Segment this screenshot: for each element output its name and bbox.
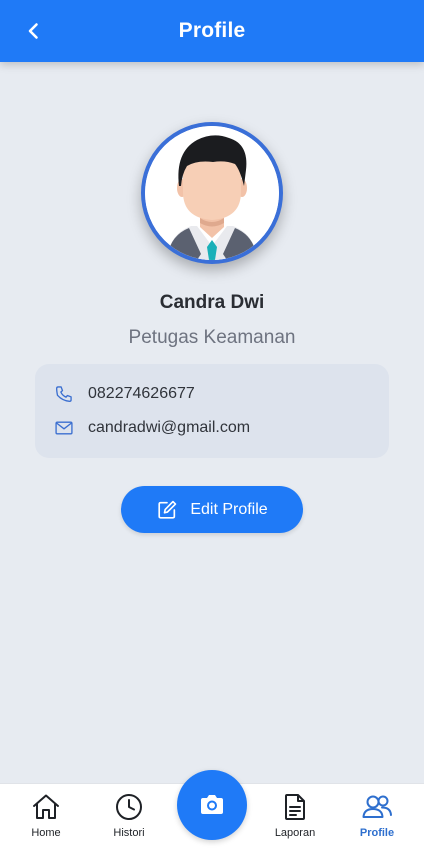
- back-button[interactable]: [18, 15, 50, 47]
- phone-number: 082274626677: [88, 385, 195, 402]
- home-icon: [33, 794, 59, 819]
- avatar: [141, 122, 283, 264]
- nav-histori-label: Histori: [113, 827, 145, 839]
- nav-home-label: Home: [31, 827, 61, 839]
- email-row: candradwi@gmail.com: [53, 417, 250, 439]
- page-title: Profile: [178, 19, 246, 42]
- email-address: candradwi@gmail.com: [88, 419, 251, 436]
- nav-laporan-label: Laporan: [274, 827, 316, 839]
- app-bar: Profile: [0, 0, 424, 62]
- phone-icon: [53, 383, 75, 405]
- phone-row: 082274626677: [53, 383, 195, 405]
- edit-profile-label: Edit Profile: [190, 500, 268, 518]
- nav-profile-label: Profile: [359, 827, 395, 839]
- chevron-left-icon: [28, 23, 38, 39]
- document-icon: [285, 794, 305, 820]
- camera-icon: [201, 795, 223, 814]
- contact-card: 082274626677 candradwi@gmail.com: [35, 364, 389, 458]
- avatar-illustration: [145, 126, 279, 260]
- users-icon: [362, 795, 392, 818]
- profile-screen: Profile Candra Dwi Petugas Keamanan 0822…: [0, 0, 424, 850]
- profile-role: Petugas Keamanan: [128, 327, 296, 348]
- edit-icon: [158, 500, 177, 519]
- nav-profile[interactable]: Profile: [342, 792, 412, 839]
- edit-profile-button[interactable]: Edit Profile: [121, 486, 303, 533]
- mail-icon: [53, 417, 75, 439]
- camera-button[interactable]: [177, 770, 247, 840]
- nav-home[interactable]: Home: [11, 792, 81, 839]
- nav-laporan[interactable]: Laporan: [260, 792, 330, 839]
- nav-histori[interactable]: Histori: [94, 792, 164, 839]
- clock-icon: [116, 794, 142, 820]
- profile-name: Candra Dwi: [159, 292, 265, 313]
